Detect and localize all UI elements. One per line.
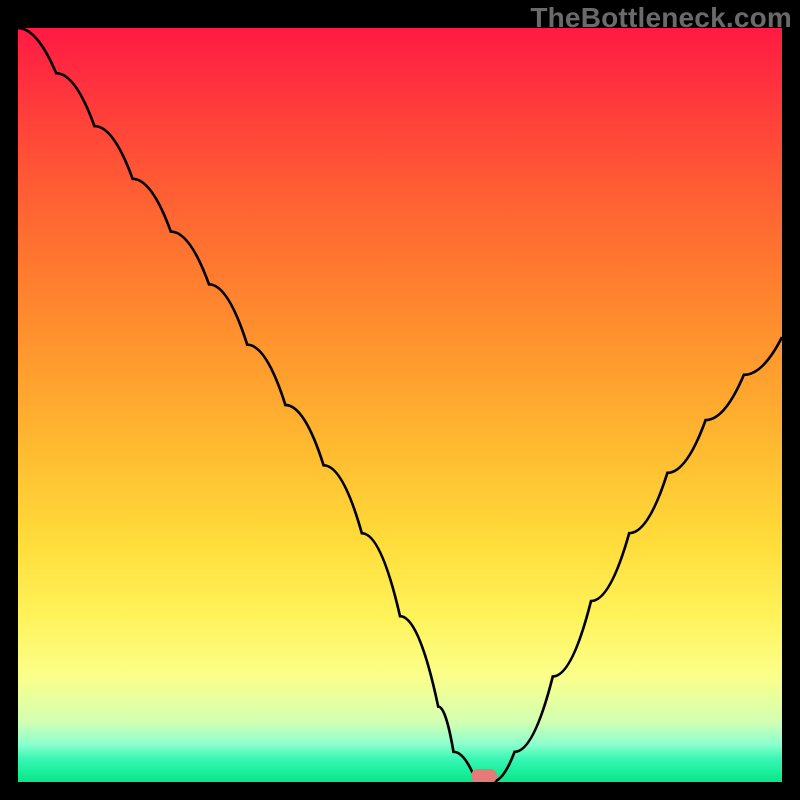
watermark-text: TheBottleneck.com <box>530 2 792 34</box>
chart-frame: TheBottleneck.com <box>0 0 800 800</box>
notch-marker <box>471 769 497 782</box>
bottleneck-curve <box>18 28 782 782</box>
curve-svg <box>18 28 782 782</box>
plot-area <box>18 28 782 782</box>
